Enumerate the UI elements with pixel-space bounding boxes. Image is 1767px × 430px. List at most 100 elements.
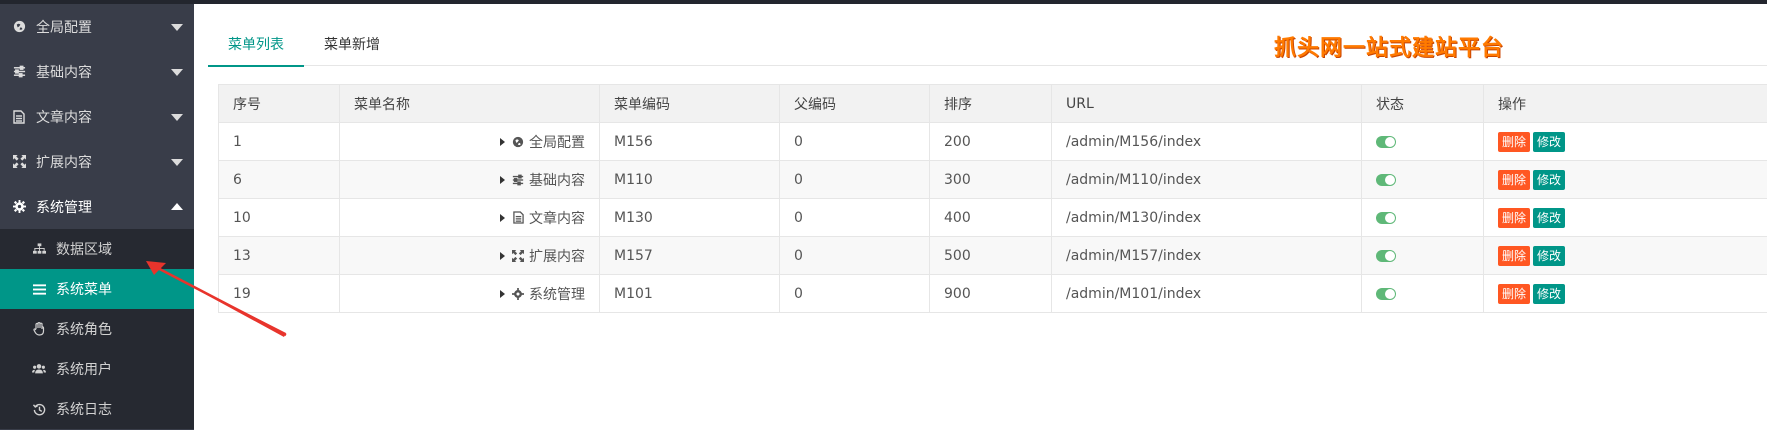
sidebar-subitem-label: 系统日志 — [56, 402, 112, 418]
system-submenu: 数据区域 系统菜单 系统角色 系统用户 系统日志 — [0, 229, 194, 429]
cell-parent: 0 — [779, 198, 930, 237]
cell-name: 全局配置 — [339, 122, 600, 161]
table-row: 13 扩展内容 M157 0 500 /admin/M157/index 删除 … — [218, 236, 1767, 275]
sitemap-icon — [32, 242, 46, 256]
cell-id: 6 — [218, 160, 340, 199]
cell-status — [1361, 274, 1484, 313]
cell-url: /admin/M157/index — [1051, 236, 1362, 275]
edit-button[interactable]: 修改 — [1533, 131, 1566, 152]
menu-name-text: 全局配置 — [529, 134, 585, 151]
sidebar-subitem-data-region[interactable]: 数据区域 — [0, 229, 194, 269]
sidebar-item-extended-content[interactable]: 扩展内容 — [0, 139, 194, 184]
cell-id: 19 — [218, 274, 340, 313]
cell-status — [1361, 122, 1484, 161]
expand-triangle-icon[interactable] — [500, 251, 505, 260]
status-toggle[interactable] — [1376, 287, 1396, 300]
sidebar-subitem-label: 系统菜单 — [56, 282, 112, 298]
cell-id: 13 — [218, 236, 340, 275]
cell-status — [1361, 198, 1484, 237]
expand-icon — [511, 249, 525, 263]
delete-button[interactable]: 删除 — [1498, 169, 1531, 190]
column-header-url[interactable]: URL — [1051, 84, 1362, 123]
sidebar-subitem-label: 系统用户 — [56, 362, 112, 378]
column-header-sort[interactable]: 排序 — [929, 84, 1052, 123]
cell-code: M130 — [599, 198, 780, 237]
column-header-id[interactable]: 序号 — [218, 84, 340, 123]
gear-icon — [12, 200, 26, 214]
cell-url: /admin/M130/index — [1051, 198, 1362, 237]
cell-url: /admin/M110/index — [1051, 160, 1362, 199]
chevron-down-icon — [171, 23, 183, 31]
brand-slogan: 抓头网一站式建站平台 — [1274, 36, 1505, 61]
expand-triangle-icon[interactable] — [500, 175, 505, 184]
main-content: 菜单列表 菜单新增 抓头网一站式建站平台 序号 菜单名称 菜单编码 父编码 排序… — [194, 4, 1767, 430]
expand-triangle-icon[interactable] — [500, 289, 505, 298]
table-row: 6 基础内容 M110 0 300 /admin/M110/index 删除 修… — [218, 160, 1767, 199]
hand-icon — [32, 322, 46, 336]
table-row: 10 文章内容 M130 0 400 /admin/M130/index 删除 … — [218, 198, 1767, 237]
sidebar-item-label: 基础内容 — [36, 64, 92, 81]
menu-name-text: 系统管理 — [529, 286, 585, 303]
expand-triangle-icon[interactable] — [500, 137, 505, 146]
tab-menu-add[interactable]: 菜单新增 — [304, 26, 400, 66]
cell-actions: 删除 修改 — [1483, 236, 1767, 275]
column-header-parent[interactable]: 父编码 — [779, 84, 930, 123]
sidebar-item-article-content[interactable]: 文章内容 — [0, 94, 194, 139]
cell-name: 文章内容 — [339, 198, 600, 237]
gear-icon — [511, 287, 525, 301]
status-toggle[interactable] — [1376, 173, 1396, 186]
sidebar-subitem-system-log[interactable]: 系统日志 — [0, 389, 194, 429]
cell-actions: 删除 修改 — [1483, 198, 1767, 237]
users-icon — [32, 362, 46, 376]
cell-name: 系统管理 — [339, 274, 600, 313]
column-header-code[interactable]: 菜单编码 — [599, 84, 780, 123]
cell-url: /admin/M101/index — [1051, 274, 1362, 313]
list-icon — [32, 282, 46, 296]
sliders-icon — [12, 65, 26, 79]
sidebar-subitem-system-menu[interactable]: 系统菜单 — [0, 269, 194, 309]
chevron-down-icon — [171, 158, 183, 166]
cell-name: 基础内容 — [339, 160, 600, 199]
sidebar-item-basic-content[interactable]: 基础内容 — [0, 49, 194, 94]
delete-button[interactable]: 删除 — [1498, 131, 1531, 152]
sidebar-subitem-system-user[interactable]: 系统用户 — [0, 349, 194, 389]
chevron-down-icon — [171, 113, 183, 121]
sidebar-item-system-management[interactable]: 系统管理 — [0, 184, 194, 229]
tab-menu-list[interactable]: 菜单列表 — [208, 26, 304, 67]
cell-status — [1361, 236, 1484, 275]
column-header-name[interactable]: 菜单名称 — [339, 84, 600, 123]
cell-actions: 删除 修改 — [1483, 122, 1767, 161]
cell-id: 10 — [218, 198, 340, 237]
expand-triangle-icon[interactable] — [500, 213, 505, 222]
table-row: 1 全局配置 M156 0 200 /admin/M156/index 删除 修… — [218, 122, 1767, 161]
table-row: 19 系统管理 M101 0 900 /admin/M101/index 删除 … — [218, 274, 1767, 313]
sidebar-item-global-config[interactable]: 全局配置 — [0, 4, 194, 49]
document-icon — [511, 211, 525, 225]
globe-icon — [12, 20, 26, 34]
status-toggle[interactable] — [1376, 211, 1396, 224]
cell-code: M101 — [599, 274, 780, 313]
edit-button[interactable]: 修改 — [1533, 283, 1566, 304]
status-toggle[interactable] — [1376, 135, 1396, 148]
cell-parent: 0 — [779, 160, 930, 199]
delete-button[interactable]: 删除 — [1498, 207, 1531, 228]
sidebar: 全局配置 基础内容 文章内容 扩展内容 系统管理 数据区域 系统菜单 系统角色 … — [0, 4, 194, 430]
menu-name-text: 扩展内容 — [529, 248, 585, 265]
column-header-status[interactable]: 状态 — [1361, 84, 1484, 123]
edit-button[interactable]: 修改 — [1533, 207, 1566, 228]
delete-button[interactable]: 删除 — [1498, 283, 1531, 304]
cell-actions: 删除 修改 — [1483, 274, 1767, 313]
edit-button[interactable]: 修改 — [1533, 169, 1566, 190]
menu-name-text: 基础内容 — [529, 172, 585, 189]
sliders-icon — [511, 173, 525, 187]
tab-bar: 菜单列表 菜单新增 — [208, 26, 1767, 67]
sidebar-item-label: 扩展内容 — [36, 154, 92, 171]
edit-button[interactable]: 修改 — [1533, 245, 1566, 266]
delete-button[interactable]: 删除 — [1498, 245, 1531, 266]
sidebar-subitem-system-role[interactable]: 系统角色 — [0, 309, 194, 349]
cell-url: /admin/M156/index — [1051, 122, 1362, 161]
menu-name-text: 文章内容 — [529, 210, 585, 227]
menu-table-container: 序号 菜单名称 菜单编码 父编码 排序 URL 状态 操作 1 全局配置 M15… — [218, 84, 1767, 313]
column-header-actions: 操作 — [1483, 84, 1767, 123]
status-toggle[interactable] — [1376, 249, 1396, 262]
